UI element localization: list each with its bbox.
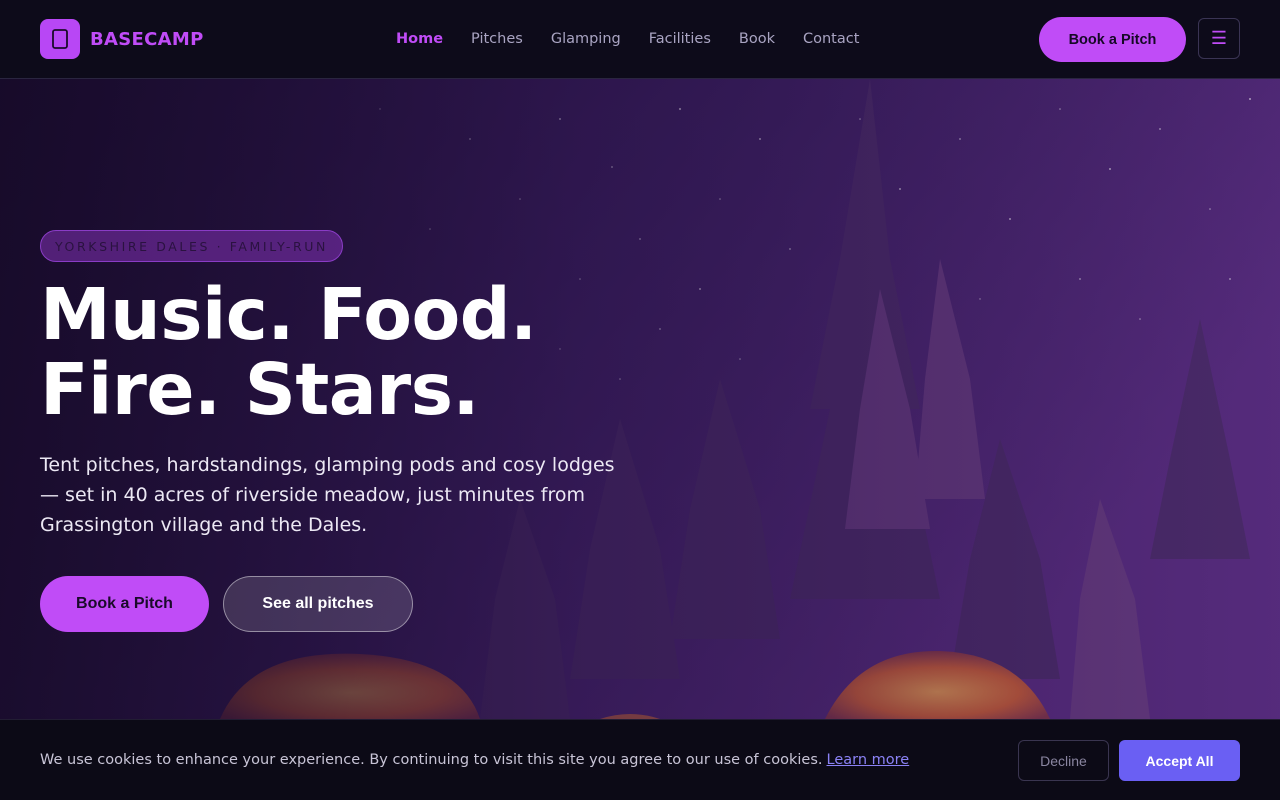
main-nav: Home Pitches Glamping Facilities Book Co… [396, 0, 859, 78]
book-pitch-nav-button[interactable]: Book a Pitch [1039, 17, 1186, 62]
see-all-pitches-button[interactable]: See all pitches [223, 576, 413, 632]
hero-headline: Music. Food. Fire. Stars. [40, 277, 537, 427]
hero-section: YORKSHIRE DALES · FAMILY-RUN Music. Food… [0, 79, 1280, 719]
brand-name: BASECAMP [90, 28, 204, 50]
location-badge: YORKSHIRE DALES · FAMILY-RUN [40, 230, 343, 262]
site-header: BASECAMP Home Pitches Glamping Facilitie… [0, 0, 1280, 79]
cookie-message: We use cookies to enhance your experienc… [40, 752, 823, 768]
nav-link-glamping[interactable]: Glamping [551, 31, 621, 47]
nav-link-facilities[interactable]: Facilities [649, 31, 711, 47]
cookie-banner: We use cookies to enhance your experienc… [0, 719, 1280, 800]
cookie-message-row: We use cookies to enhance your experienc… [40, 752, 909, 768]
brand-link[interactable]: BASECAMP [40, 19, 204, 59]
learn-more-link[interactable]: Learn more [827, 752, 910, 768]
hero-description: Tent pitches, hardstandings, glamping po… [40, 454, 615, 536]
decline-cookies-button[interactable]: Decline [1018, 740, 1109, 781]
nav-link-book[interactable]: Book [739, 31, 775, 47]
headline-line-1: Music. Food. [40, 273, 537, 356]
menu-icon[interactable]: ☰ [1198, 18, 1240, 59]
headline-line-2: Fire. Stars. [40, 348, 479, 431]
nav-link-pitches[interactable]: Pitches [471, 31, 523, 47]
tent-icon [40, 19, 80, 59]
accept-cookies-button[interactable]: Accept All [1119, 740, 1240, 781]
book-pitch-hero-button[interactable]: Book a Pitch [40, 576, 209, 632]
nav-link-contact[interactable]: Contact [803, 31, 859, 47]
nav-link-home[interactable]: Home [396, 31, 443, 47]
